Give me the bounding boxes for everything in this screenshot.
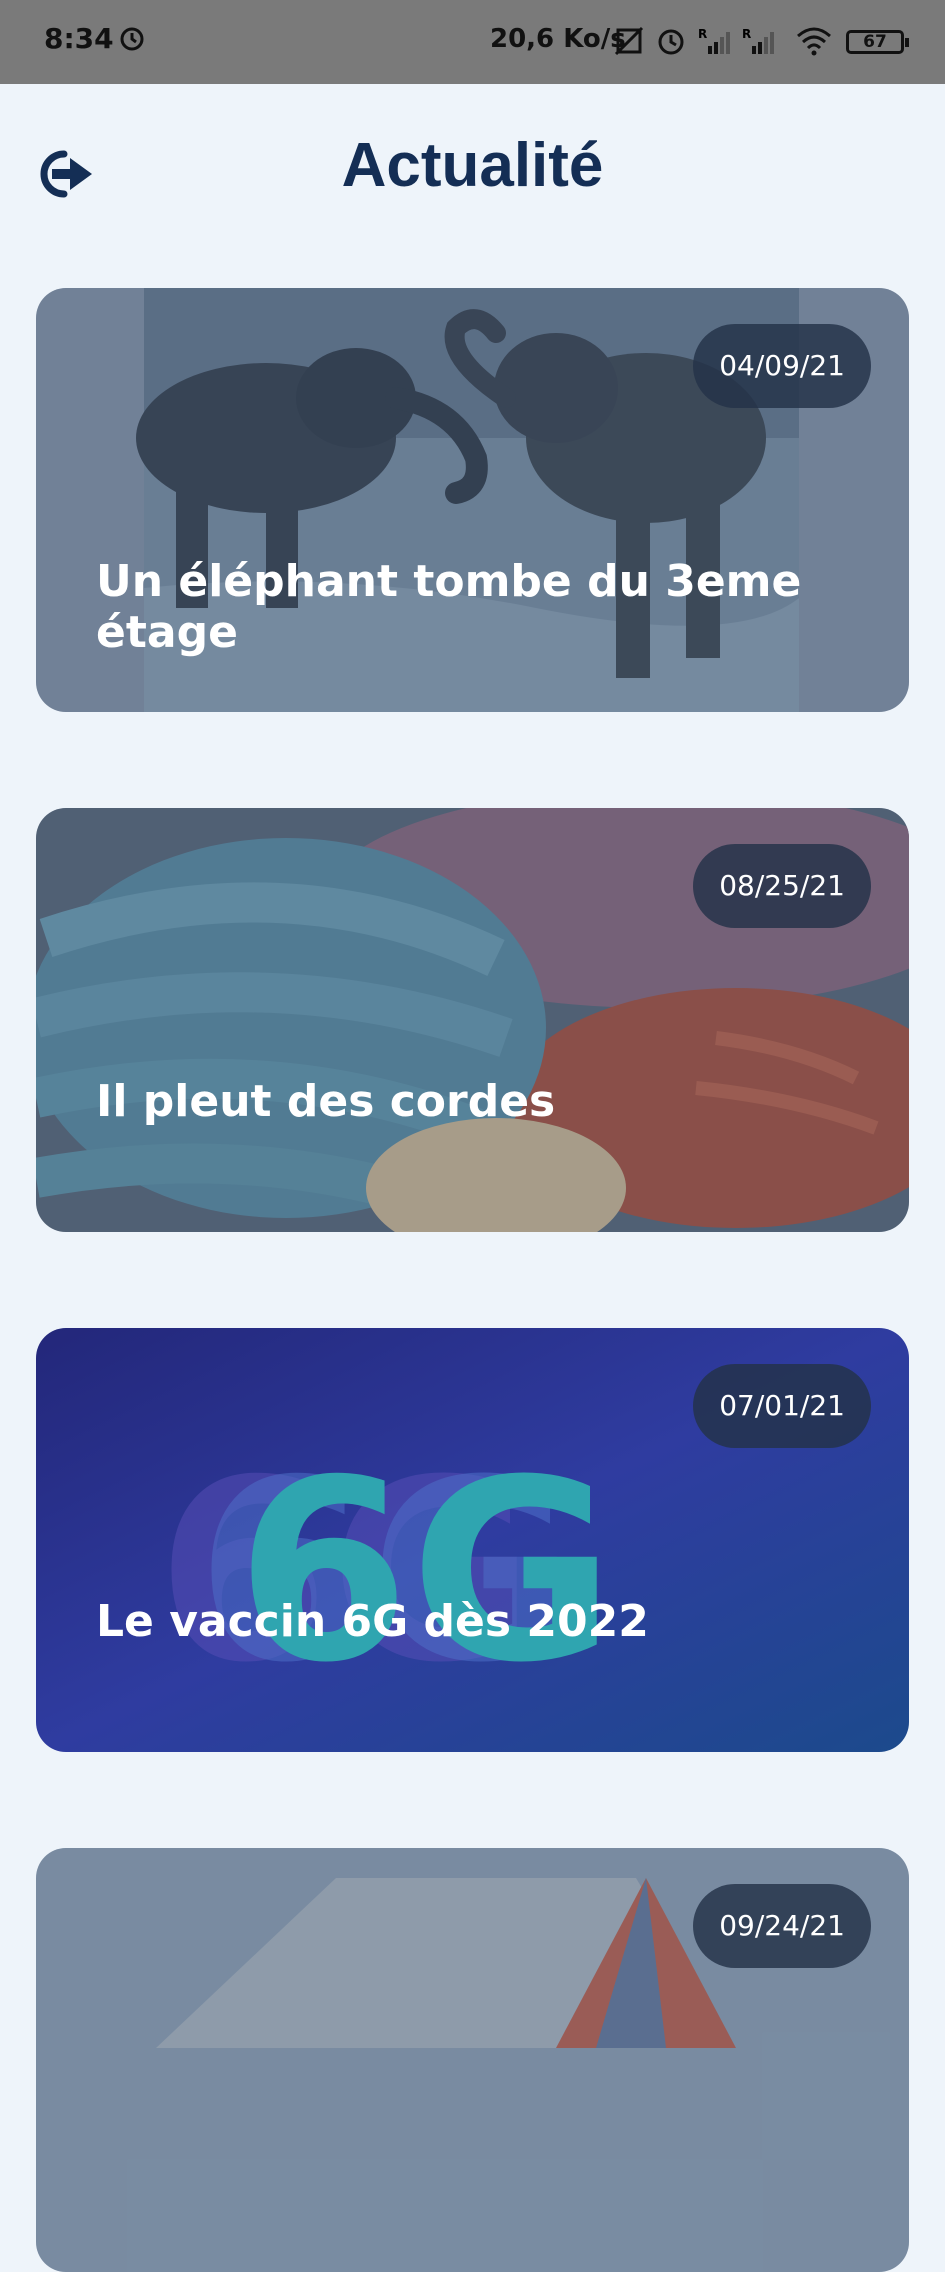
svg-text:6G: 6G bbox=[236, 1426, 615, 1717]
svg-text:R: R bbox=[742, 27, 751, 41]
article-card[interactable]: 6G 6G 6G 07/01/21 Le vaccin 6G dès 2022 bbox=[36, 1328, 909, 1752]
article-date: 08/25/21 bbox=[693, 844, 871, 928]
network-speed: 20,6 Ko/s bbox=[490, 24, 626, 54]
signal-r-icon: R bbox=[698, 27, 730, 54]
article-card[interactable]: 09/24/21 bbox=[36, 1848, 909, 2272]
alarm-icon bbox=[658, 29, 684, 55]
battery-level: 67 bbox=[863, 32, 887, 52]
status-time: 8:34 bbox=[44, 22, 114, 55]
page-title: Actualité bbox=[341, 131, 604, 200]
article-title: Un éléphant tombe du 3eme étage bbox=[96, 556, 802, 658]
article-title: Il pleut des cordes bbox=[96, 1076, 556, 1127]
article-card[interactable]: 04/09/21 Un éléphant tombe du 3eme étage bbox=[36, 288, 909, 712]
article-title: Le vaccin 6G dès 2022 bbox=[96, 1596, 649, 1647]
battery-icon: 67 bbox=[846, 30, 909, 54]
article-date: 04/09/21 bbox=[693, 324, 871, 408]
article-card[interactable]: 08/25/21 Il pleut des cordes bbox=[36, 808, 909, 1232]
alarm-icon bbox=[120, 27, 144, 51]
article-date: 07/01/21 bbox=[693, 1364, 871, 1448]
wifi-icon bbox=[797, 27, 831, 56]
article-date: 09/24/21 bbox=[693, 1884, 871, 1968]
no-sim-icon bbox=[614, 26, 644, 56]
status-bar: 8:34 20,6 Ko/s R R 67 bbox=[0, 0, 945, 84]
svg-text:R: R bbox=[698, 27, 707, 41]
signal-r-icon: R bbox=[742, 27, 774, 54]
